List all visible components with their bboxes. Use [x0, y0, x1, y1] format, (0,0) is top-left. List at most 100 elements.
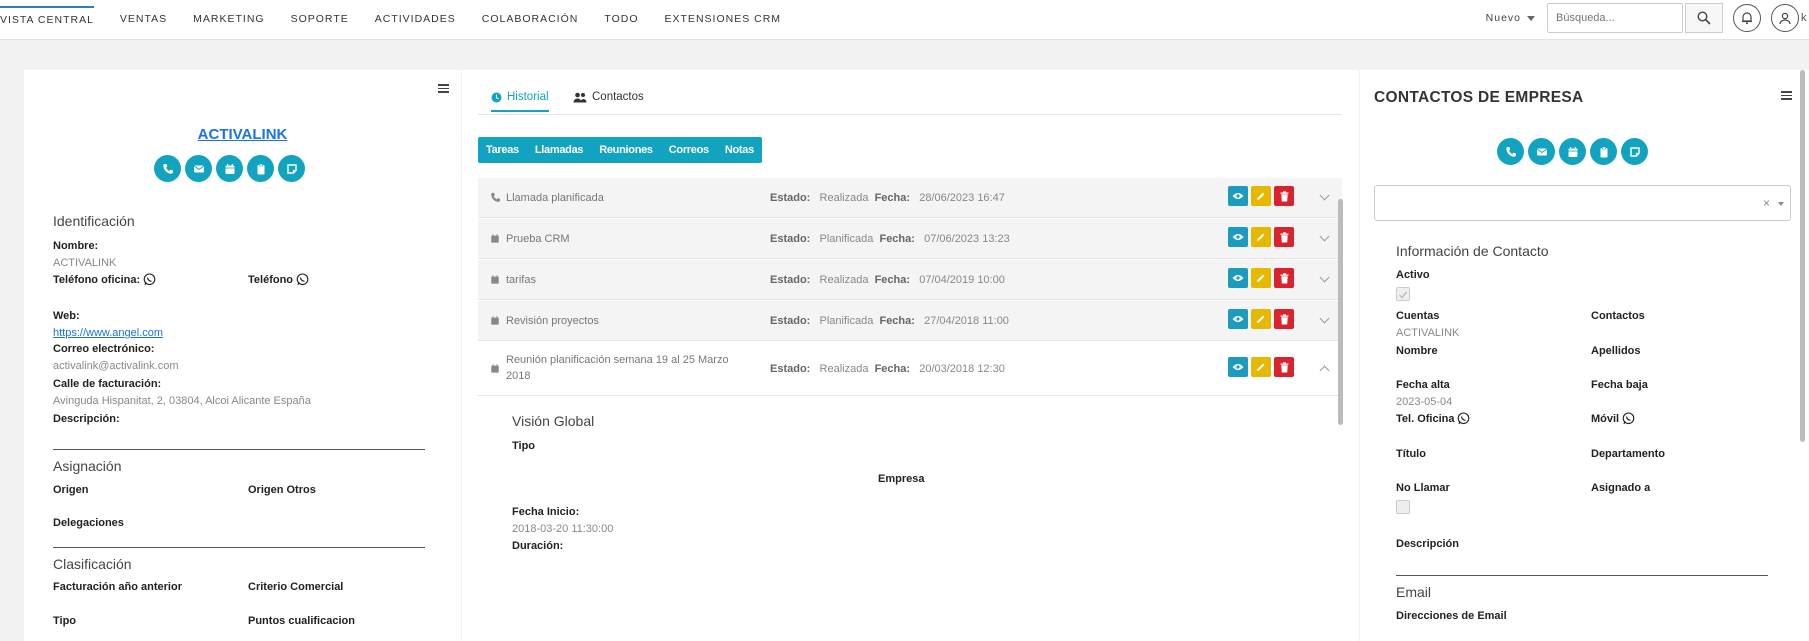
cuentas-value: ACTIVALINK	[1396, 327, 1460, 339]
delete-button[interactable]	[1274, 309, 1294, 329]
pencil-icon	[1257, 192, 1265, 200]
company-contacts-panel: CONTACTOS DE EMPRESA × Información de Co…	[1360, 70, 1809, 641]
nav-vista-central[interactable]: VISTA CENTRAL	[0, 6, 94, 26]
search-button[interactable]	[1685, 3, 1723, 33]
email-button[interactable]	[185, 155, 212, 182]
row-title[interactable]: Llamada planificada	[506, 192, 604, 204]
estado-value: Planificada	[819, 315, 874, 327]
calendar-icon	[225, 163, 234, 174]
chevron-up-icon[interactable]	[1319, 365, 1330, 376]
filter-notas[interactable]: Notas	[717, 137, 762, 163]
nuevo-dropdown[interactable]: Nuevo	[1486, 12, 1535, 24]
chevron-down-icon[interactable]	[1319, 272, 1330, 283]
web-link[interactable]: https://www.angel.com	[53, 327, 163, 339]
quick-actions	[1497, 138, 1648, 165]
view-button[interactable]	[1228, 268, 1248, 288]
row-title[interactable]: tarifas	[506, 274, 536, 286]
chevron-down-icon[interactable]	[1319, 313, 1330, 324]
quick-actions	[154, 155, 305, 182]
main-menu: VISTA CENTRAL VENTAS MARKETING SOPORTE A…	[0, 0, 807, 36]
history-row[interactable]: Revisión proyectos Estado: Planificada F…	[478, 301, 1342, 341]
row-meta: Estado: Planificada Fecha: 27/04/2018 11…	[770, 315, 1009, 327]
nav-ventas[interactable]: VENTAS	[120, 11, 167, 25]
chevron-down-icon[interactable]	[1319, 231, 1330, 242]
whatsapp-icon[interactable]	[1457, 412, 1470, 425]
filter-llamadas[interactable]: Llamadas	[527, 137, 591, 163]
criterio-label: Criterio Comercial	[248, 581, 344, 593]
caret-down-icon[interactable]	[1778, 202, 1784, 206]
row-actions	[1228, 186, 1294, 206]
delete-button[interactable]	[1274, 227, 1294, 247]
fecha-value: 20/03/2018 12:30	[919, 363, 1005, 375]
history-row[interactable]: Prueba CRM Estado: Planificada Fecha: 07…	[478, 219, 1342, 259]
panel-menu-icon[interactable]	[438, 84, 449, 93]
row-title[interactable]: Revisión proyectos	[506, 315, 599, 327]
panel-menu-icon[interactable]	[1781, 91, 1792, 100]
chevron-down-icon[interactable]	[1319, 190, 1330, 201]
view-button[interactable]	[1228, 357, 1248, 377]
note-button[interactable]	[278, 155, 305, 182]
tipo-label: Tipo	[53, 615, 77, 627]
view-button[interactable]	[1228, 309, 1248, 329]
history-row-expanded[interactable]: Reunión planificación semana 19 al 25 Ma…	[478, 342, 1342, 396]
search-input[interactable]	[1547, 3, 1683, 33]
nav-colaboracion[interactable]: COLABORACIÓN	[482, 11, 579, 25]
view-button[interactable]	[1228, 227, 1248, 247]
tel-oficina-label: Teléfono oficina:	[53, 273, 156, 286]
email-button[interactable]	[1528, 138, 1555, 165]
row-title-line2[interactable]: 2018	[506, 370, 530, 382]
delete-button[interactable]	[1274, 357, 1294, 377]
nav-soporte[interactable]: SOPORTE	[291, 11, 349, 25]
nav-todo[interactable]: TODO	[604, 11, 638, 25]
telefono-text: Teléfono	[248, 274, 294, 286]
delete-button[interactable]	[1274, 186, 1294, 206]
nav-marketing[interactable]: MARKETING	[193, 11, 264, 25]
edit-button[interactable]	[1251, 309, 1271, 329]
whatsapp-icon[interactable]	[296, 273, 309, 286]
meeting-button[interactable]	[1559, 138, 1586, 165]
calendar-icon	[491, 234, 499, 243]
envelope-icon	[193, 165, 204, 172]
task-button[interactable]	[1590, 138, 1617, 165]
history-row[interactable]: tarifas Estado: Realizada Fecha: 07/04/2…	[478, 260, 1342, 300]
user-menu-button[interactable]	[1771, 4, 1799, 32]
company-name-link[interactable]: ACTIVALINK	[24, 126, 461, 143]
note-button[interactable]	[1621, 138, 1648, 165]
edit-button[interactable]	[1251, 186, 1271, 206]
estado-label: Estado:	[770, 274, 811, 286]
row-actions	[1228, 227, 1294, 247]
tab-contactos[interactable]: Contactos	[573, 91, 644, 103]
history-scrollbar[interactable]	[1338, 199, 1343, 425]
filter-correos[interactable]: Correos	[661, 137, 717, 163]
email-value: activalink@activalink.com	[53, 360, 179, 372]
call-button[interactable]	[1497, 138, 1524, 165]
activity-filter-bar: Tareas Llamadas Reuniones Correos Notas	[478, 137, 762, 163]
no-llamar-checkbox[interactable]	[1396, 500, 1410, 514]
tab-historial[interactable]: Historial	[491, 91, 549, 112]
titulo-label: Título	[1396, 448, 1426, 460]
row-title-line1[interactable]: Reunión planificación semana 19 al 25 Ma…	[506, 354, 729, 366]
select-clear-icon[interactable]: ×	[1763, 196, 1770, 210]
call-button[interactable]	[154, 155, 181, 182]
meeting-button[interactable]	[216, 155, 243, 182]
nombre-label: Nombre	[1396, 345, 1438, 357]
filter-reuniones[interactable]: Reuniones	[591, 137, 661, 163]
view-button[interactable]	[1228, 186, 1248, 206]
contact-select[interactable]: ×	[1374, 185, 1791, 221]
notifications-button[interactable]	[1733, 4, 1761, 32]
delete-button[interactable]	[1274, 268, 1294, 288]
origen-otros-label: Origen Otros	[248, 484, 316, 496]
whatsapp-icon[interactable]	[143, 273, 156, 286]
row-title[interactable]: Prueba CRM	[506, 233, 570, 245]
whatsapp-icon[interactable]	[1622, 412, 1635, 425]
nav-actividades[interactable]: ACTIVIDADES	[375, 11, 456, 25]
edit-button[interactable]	[1251, 227, 1271, 247]
filter-tareas[interactable]: Tareas	[478, 137, 527, 163]
task-button[interactable]	[247, 155, 274, 182]
nav-extensiones-crm[interactable]: EXTENSIONES CRM	[665, 11, 782, 25]
activo-checkbox[interactable]	[1396, 287, 1410, 301]
contacts-scrollbar[interactable]	[1800, 70, 1805, 442]
edit-button[interactable]	[1251, 357, 1271, 377]
edit-button[interactable]	[1251, 268, 1271, 288]
history-row[interactable]: Llamada planificada Estado: Realizada Fe…	[478, 178, 1342, 218]
